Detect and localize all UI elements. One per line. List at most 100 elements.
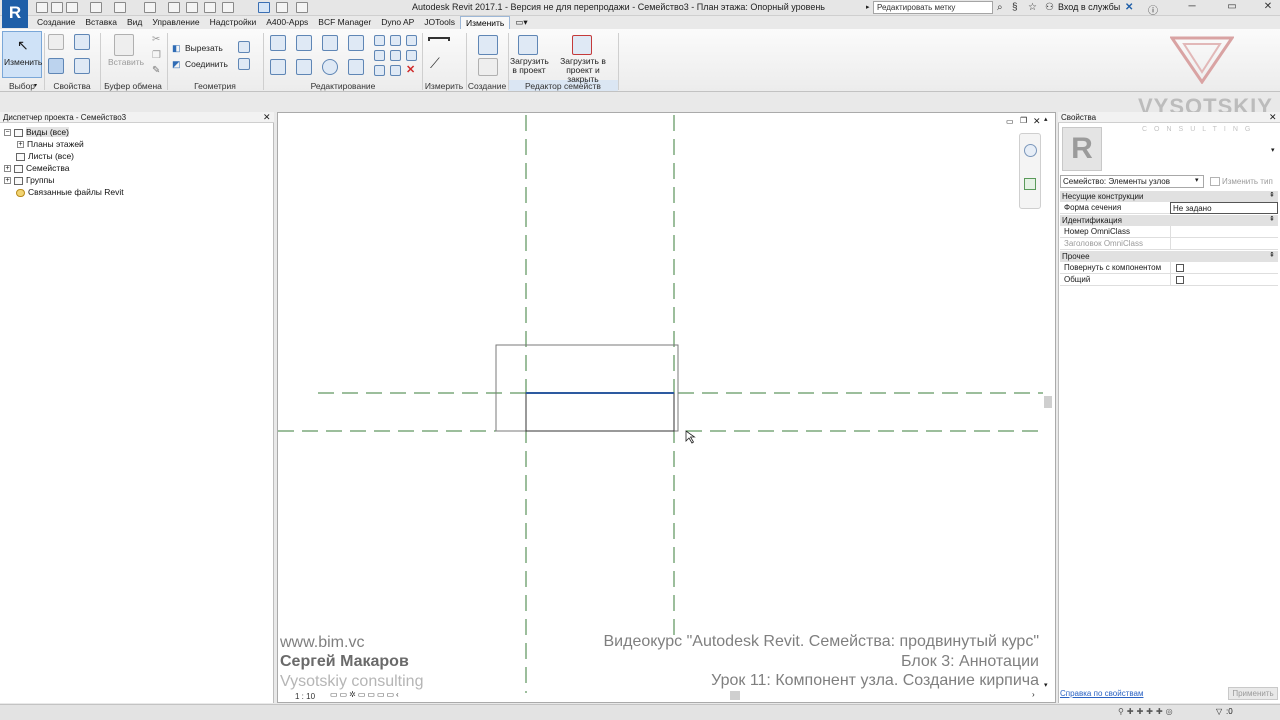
prop-group-identity[interactable]: Идентификация — [1060, 215, 1278, 226]
collapse-group-icon[interactable]: ⇞ — [1269, 251, 1275, 259]
omniclass-number-value[interactable] — [1170, 226, 1278, 238]
revit-app-logo[interactable]: R — [2, 0, 28, 28]
delete-icon[interactable]: ✕ — [406, 63, 415, 76]
view-minimize-icon[interactable]: ▭ — [1006, 117, 1014, 126]
tab-bcf-manager[interactable]: BCF Manager — [313, 16, 376, 29]
tag-icon[interactable] — [186, 2, 198, 13]
tab-addins[interactable]: Надстройки — [205, 16, 262, 29]
rotate-with-component-checkbox[interactable] — [1176, 264, 1184, 272]
tab-insert[interactable]: Вставка — [80, 16, 122, 29]
trim-extend-icon[interactable] — [348, 59, 364, 75]
view-control-icons[interactable]: ▭▭✲▭▭▭▭‹ — [330, 690, 401, 699]
expand-icon[interactable]: + — [4, 165, 11, 173]
tab-create[interactable]: Создание — [32, 16, 80, 29]
align-icon[interactable] — [270, 35, 286, 51]
rotate-icon[interactable] — [322, 59, 338, 75]
load-and-close-button[interactable]: Загрузить в проект и закрыть — [550, 57, 616, 84]
maximize-icon[interactable]: ▭ — [1222, 1, 1242, 14]
join-geometry-icon[interactable]: ◩ — [172, 59, 181, 70]
text-icon[interactable] — [204, 2, 216, 13]
pin-icon[interactable] — [406, 35, 417, 46]
close-browser-icon[interactable]: ✕ — [263, 112, 271, 123]
horizontal-scroll-thumb[interactable] — [730, 691, 740, 700]
drawing-canvas[interactable]: ▭ ❐ ✕ ▴ ▾ www.bim.vc Сергей Макаров Vyso… — [277, 112, 1056, 703]
redo-icon[interactable] — [114, 2, 126, 13]
move-icon[interactable] — [270, 59, 286, 75]
exchange-apps-icon[interactable]: ✕ — [1125, 2, 1133, 13]
close-properties-icon[interactable]: ✕ — [1269, 112, 1277, 123]
create-similar-icon[interactable] — [478, 35, 498, 55]
measure-distance-icon[interactable]: ⟋ — [430, 55, 440, 72]
tree-item-groups[interactable]: + Группы — [4, 174, 54, 186]
minimize-icon[interactable]: ─ — [1182, 1, 1202, 14]
ribbon-minimize-toggle-icon[interactable]: ▭▾ — [510, 16, 532, 29]
collapse-group-icon[interactable]: ⇞ — [1269, 191, 1275, 199]
load-into-project-button[interactable]: Загрузить в проект — [510, 57, 549, 75]
subscription-icon[interactable]: § — [1012, 2, 1018, 13]
dimension-icon[interactable] — [168, 2, 180, 13]
split-gap-icon[interactable] — [390, 35, 401, 46]
tab-manage[interactable]: Управление — [147, 16, 204, 29]
trim-single-icon[interactable] — [390, 65, 401, 76]
match-properties-icon[interactable]: ✎ — [152, 65, 160, 76]
scissors-icon[interactable]: ✂ — [152, 34, 160, 45]
tab-dyno-ap[interactable]: Dyno AP — [376, 16, 419, 29]
scroll-up-icon[interactable]: ▴ — [1044, 115, 1052, 123]
expand-icon[interactable]: + — [4, 177, 11, 185]
tab-modify[interactable]: Изменить — [460, 16, 511, 29]
tree-item-sheets[interactable]: Листы (все) — [16, 150, 74, 162]
create-group-icon[interactable] — [478, 58, 498, 76]
type-selector[interactable]: Семейство: Элементы узлов — [1060, 175, 1204, 188]
shared-checkbox[interactable] — [1176, 276, 1184, 284]
type-preview-dropdown-icon[interactable]: ▾ — [1271, 146, 1275, 154]
selection-filter-icons[interactable]: ⚲✚✚✚✚◎ — [1118, 707, 1176, 716]
family-types-icon[interactable] — [74, 34, 90, 50]
type-properties-icon[interactable] — [48, 34, 64, 50]
trim-multiple-icon[interactable] — [374, 65, 385, 76]
mirror-axis-icon[interactable] — [322, 35, 338, 51]
type-selector-dropdown-icon[interactable]: ▾ — [1195, 176, 1199, 184]
apply-button[interactable]: Применить — [1228, 687, 1278, 700]
zoom-region-icon[interactable] — [1024, 178, 1036, 190]
void-icon[interactable] — [238, 41, 250, 53]
view-close-icon[interactable]: ✕ — [1033, 116, 1041, 127]
family-category-icon[interactable] — [74, 58, 90, 74]
join-geometry-button[interactable]: Соединить — [185, 59, 228, 69]
section-shape-value[interactable]: Не задано — [1170, 202, 1278, 214]
properties-icon[interactable] — [48, 58, 64, 74]
prop-group-structural[interactable]: Несущие конструкции — [1060, 191, 1278, 202]
filter-icon[interactable]: ▽ — [1216, 707, 1222, 716]
favorites-star-icon[interactable]: ☆ — [1028, 2, 1037, 13]
prop-row-omniclass-number[interactable]: Номер OmniClass — [1060, 226, 1278, 238]
paint-icon[interactable] — [238, 58, 250, 70]
scroll-right-icon[interactable]: › — [1032, 690, 1035, 699]
prop-group-other[interactable]: Прочее — [1060, 251, 1278, 262]
view-scale[interactable]: 1 : 10 — [295, 692, 315, 701]
load-into-project-icon[interactable] — [518, 35, 538, 55]
tab-a400-apps[interactable]: A400-Apps — [261, 16, 313, 29]
paste-icon[interactable] — [114, 34, 134, 56]
copy-element-icon[interactable] — [296, 59, 312, 75]
close-hidden-icon[interactable] — [276, 2, 288, 13]
thin-lines-icon[interactable] — [258, 2, 270, 13]
open-icon[interactable] — [36, 2, 48, 13]
close-window-icon[interactable]: ✕ — [1258, 1, 1278, 14]
properties-help-link[interactable]: Справка по свойствам — [1060, 689, 1143, 698]
cut-geometry-button[interactable]: Вырезать — [185, 43, 223, 53]
scroll-down-icon[interactable]: ▾ — [1044, 681, 1052, 689]
tab-jotools[interactable]: JOTools — [419, 16, 460, 29]
search-input[interactable]: Редактировать метку — [873, 1, 993, 14]
save-icon[interactable] — [51, 2, 63, 13]
3d-view-icon[interactable] — [222, 2, 234, 13]
cut-geometry-icon[interactable]: ◧ — [172, 43, 181, 54]
vertical-scroll-thumb[interactable] — [1044, 396, 1052, 408]
collapse-icon[interactable]: − — [4, 129, 11, 137]
offset-icon[interactable] — [296, 35, 312, 51]
tree-item-revit-links[interactable]: Связанные файлы Revit — [16, 186, 124, 198]
drawing-svg[interactable] — [278, 113, 1057, 704]
expand-icon[interactable]: + — [17, 141, 24, 149]
signin-button[interactable]: Вход в службы — [1058, 2, 1120, 12]
scale-icon[interactable] — [390, 50, 401, 61]
edit-type-button[interactable]: Изменить тип — [1208, 175, 1278, 188]
search-arrow-icon[interactable]: ▸ — [866, 3, 870, 11]
